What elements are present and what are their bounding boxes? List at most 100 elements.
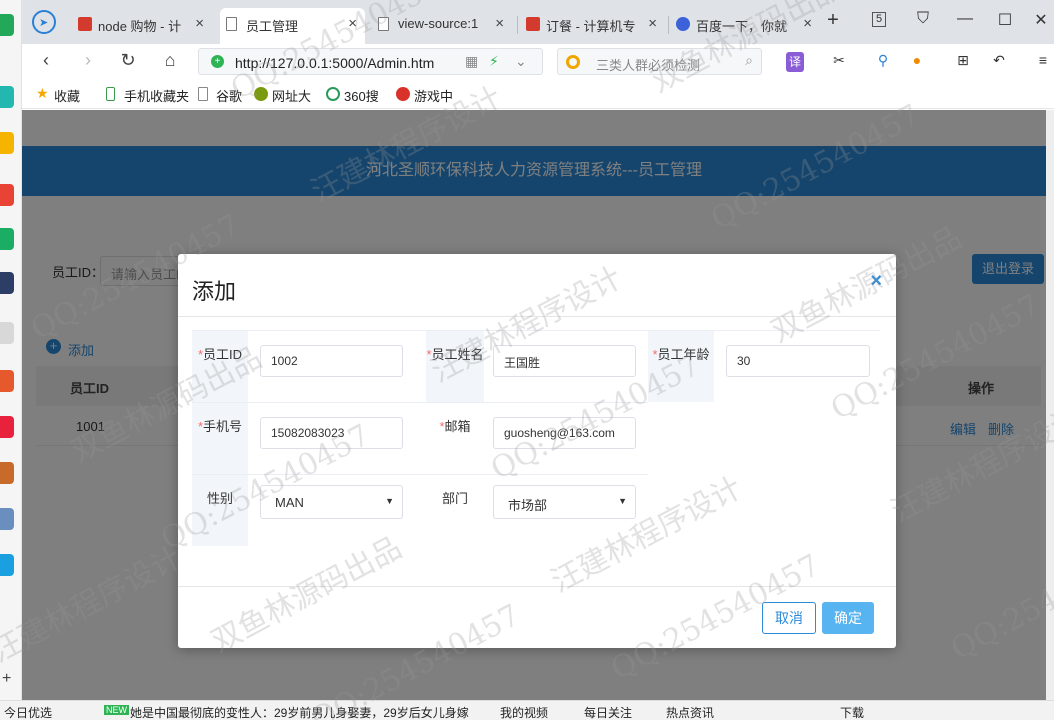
- bookmark-hao[interactable]: 网址大: [254, 86, 311, 105]
- close-dialog-icon[interactable]: ×: [870, 270, 882, 293]
- dock-mail-icon[interactable]: [0, 228, 14, 250]
- label-text: 员工年龄: [657, 347, 710, 362]
- dialog-divider: [178, 316, 896, 317]
- search-icon[interactable]: ⌕: [745, 52, 753, 69]
- gender-selected-value: MAN: [275, 495, 304, 510]
- magnifier-icon[interactable]: ⚲: [872, 52, 894, 72]
- form-row-3: 性别 MAN ▼ 部门 市场部 ▼: [192, 474, 648, 546]
- dock-read-icon[interactable]: [0, 370, 14, 392]
- left-dock: +: [0, 0, 22, 700]
- bookmark-google[interactable]: 谷歌: [198, 86, 242, 105]
- qr-code-icon[interactable]: ▦: [465, 53, 478, 70]
- tab-strip: ➤ node 购物 - 计 × 员工管理 × view-source:1 × 订…: [22, 0, 1054, 44]
- close-tab-icon[interactable]: ×: [803, 15, 812, 32]
- minimize-icon[interactable]: —: [954, 10, 976, 28]
- game-controller-icon[interactable]: ●: [906, 52, 928, 72]
- close-tab-icon[interactable]: ×: [495, 15, 504, 32]
- bookmark-mobile[interactable]: 手机收藏夹: [106, 86, 189, 105]
- label-text: 员工ID: [203, 347, 243, 362]
- dock-browser-icon[interactable]: [0, 14, 14, 36]
- field-label-email: *邮箱: [426, 403, 484, 474]
- page-favicon-icon: [378, 17, 389, 31]
- url-dropdown-icon[interactable]: ⌄: [515, 53, 527, 70]
- close-window-icon[interactable]: ✕: [1030, 10, 1052, 30]
- add-employee-dialog: 添加 × *员工ID 1002 *员工姓名 王国胜 *员工年龄 30 *手机号 …: [178, 254, 896, 648]
- dialog-title: 添加: [192, 279, 237, 304]
- red-favicon-icon: [526, 17, 540, 31]
- search-engine-icon: [566, 55, 580, 69]
- employee-id-input[interactable]: 1002: [260, 345, 403, 377]
- tab-title: 百度一下，你就: [696, 19, 788, 34]
- phone-input[interactable]: 15082083023: [260, 417, 403, 449]
- lightning-icon[interactable]: ⚡: [489, 53, 499, 70]
- dock-shop-icon[interactable]: [0, 416, 14, 438]
- employee-name-input[interactable]: 王国胜: [493, 345, 636, 377]
- cut-icon[interactable]: ✂: [828, 52, 850, 72]
- bookmark-favorites[interactable]: ★ 收藏: [36, 85, 80, 105]
- page-scrollbar[interactable]: [1046, 110, 1054, 700]
- employee-age-input[interactable]: 30: [726, 345, 870, 377]
- tab-order-food[interactable]: 订餐 - 计算机专 ×: [520, 8, 665, 44]
- department-select[interactable]: 市场部 ▼: [493, 485, 636, 519]
- confirm-button[interactable]: 确定: [822, 602, 874, 634]
- dialog-divider: [178, 586, 896, 587]
- dock-doc-icon[interactable]: [0, 322, 14, 344]
- close-tab-icon[interactable]: ×: [195, 15, 204, 32]
- cancel-button[interactable]: 取消: [762, 602, 816, 634]
- dock-weibo-icon[interactable]: [0, 184, 14, 206]
- bookmark-games[interactable]: 游戏中: [396, 86, 453, 105]
- bookmark-label: 手机收藏夹: [124, 89, 190, 104]
- tab-employee-management[interactable]: 员工管理 ×: [220, 8, 365, 44]
- email-input[interactable]: guosheng@163.com: [493, 417, 636, 449]
- url-text[interactable]: http://127.0.0.1:5000/Admin.htm: [235, 55, 434, 71]
- skin-icon[interactable]: ⛉: [912, 10, 934, 28]
- tab-baidu[interactable]: 百度一下，你就 ×: [670, 8, 820, 44]
- status-daily-focus[interactable]: 每日关注: [584, 704, 632, 720]
- status-download[interactable]: 下载: [840, 704, 864, 720]
- undo-icon[interactable]: ↶: [988, 52, 1010, 72]
- dock-game-icon[interactable]: [0, 462, 14, 484]
- bookmark-label: 360搜: [344, 89, 379, 104]
- page-content: 河北圣顺环保科技人力资源管理系统---员工管理 员工ID： 请输入员工ID 退出…: [22, 110, 1054, 700]
- tab-node-shop[interactable]: node 购物 - 计 ×: [72, 8, 212, 44]
- gender-select[interactable]: MAN ▼: [260, 485, 403, 519]
- back-icon[interactable]: ‹: [34, 50, 58, 71]
- home-icon[interactable]: ⌂: [158, 50, 182, 71]
- reload-icon[interactable]: ↻: [116, 50, 140, 71]
- translate-icon[interactable]: 译: [786, 52, 804, 72]
- dock-add-icon[interactable]: +: [2, 670, 11, 688]
- field-label-age: *员工年龄: [648, 331, 714, 402]
- dock-news-icon[interactable]: [0, 272, 14, 294]
- status-my-video[interactable]: 我的视频: [500, 704, 548, 720]
- bookmark-360-search[interactable]: 360搜: [326, 86, 379, 105]
- form-row-1: *员工ID 1002 *员工姓名 王国胜 *员工年龄 30: [192, 330, 880, 402]
- dock-favorite-icon[interactable]: [0, 132, 14, 154]
- bookmark-label: 谷歌: [216, 89, 243, 104]
- tab-view-source[interactable]: view-source:1 ×: [372, 8, 512, 44]
- grid-menu-icon[interactable]: ⊞: [952, 52, 974, 72]
- dock-app-icon[interactable]: [0, 86, 14, 108]
- forward-icon[interactable]: ›: [76, 50, 100, 71]
- tab-count-badge[interactable]: 5: [872, 12, 886, 27]
- status-news-headline[interactable]: 她是中国最彻底的变性人：29岁前男儿身娶妻，29岁后女儿身嫁: [130, 704, 490, 720]
- red-favicon-icon: [78, 17, 92, 31]
- field-label-phone: *手机号: [192, 403, 248, 474]
- status-hot-news[interactable]: 热点资讯: [666, 704, 714, 720]
- new-tab-button[interactable]: +: [822, 9, 844, 32]
- dock-cloud-icon[interactable]: [0, 554, 14, 576]
- url-bar[interactable]: + http://127.0.0.1:5000/Admin.htm ▦ ⚡ ⌄: [198, 48, 543, 75]
- new-badge-icon: NEW: [104, 705, 129, 715]
- more-menu-icon[interactable]: ≡: [1032, 52, 1054, 72]
- search-bar[interactable]: 三类人群必须检测 ⌕: [557, 48, 762, 75]
- bookmark-label: 网址大: [272, 89, 312, 104]
- close-tab-icon[interactable]: ×: [348, 15, 357, 32]
- phone-icon: [106, 87, 115, 101]
- field-label-name: *员工姓名: [426, 331, 484, 402]
- status-today-picks[interactable]: 今日优选: [4, 704, 52, 720]
- maximize-icon[interactable]: ☐: [994, 10, 1016, 30]
- close-tab-icon[interactable]: ×: [648, 15, 657, 32]
- label-text: 邮箱: [444, 419, 471, 434]
- navigate-icon[interactable]: ➤: [32, 10, 56, 34]
- game-g-icon: [396, 87, 410, 101]
- dock-photo-icon[interactable]: [0, 508, 14, 530]
